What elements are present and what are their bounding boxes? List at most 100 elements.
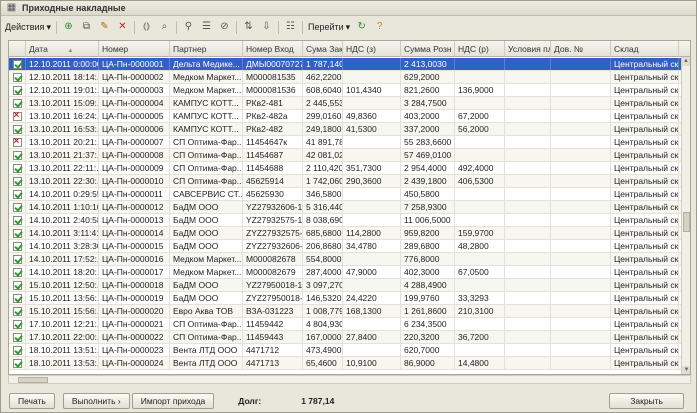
parenthesis-icon[interactable]: ⦅⦆	[140, 21, 153, 34]
import-button[interactable]: Импорт прихода	[131, 393, 215, 409]
table-row[interactable]: 15.10.2011 12:50:... ЦА-Пн-0000018 БаДМ ОО…	[9, 279, 683, 292]
cell-payment-terms	[505, 240, 551, 252]
cell-incoming-number: ZYZ27950018-2	[243, 292, 303, 304]
cell-vat-purchase: 101,4340	[343, 84, 401, 96]
status-cell	[9, 279, 26, 291]
print-button[interactable]: Печать	[9, 393, 55, 409]
cell-retail-sum: 2 413,0030	[401, 58, 455, 70]
window-title: Приходные накладные	[22, 3, 126, 13]
cell-payment-terms	[505, 357, 551, 369]
structure-icon[interactable]: ☷	[284, 21, 297, 34]
status-cell	[9, 240, 26, 252]
table-row[interactable]: 13.10.2011 16:24:...ЦА-Пн-0000005КАМПУС …	[9, 110, 683, 123]
table-row[interactable]: 12.10.2011 18:14:... ЦА-Пн-0000002 Медком …	[9, 71, 683, 84]
filter-list-icon[interactable]: ☰	[200, 21, 213, 34]
cell-payment-terms	[505, 188, 551, 200]
vertical-scrollbar[interactable]: ▲ ▼	[681, 57, 690, 374]
header-label: Сумма Розн	[404, 44, 452, 54]
filter-clear-icon[interactable]: ⊘	[218, 21, 231, 34]
cell-proxy-number	[551, 175, 611, 187]
header-warehouse[interactable]: Склад	[611, 41, 679, 57]
cell-proxy-number	[551, 253, 611, 265]
cell-incoming-number: М000081536	[243, 84, 303, 96]
cell-warehouse: Центральный ск...	[611, 305, 679, 317]
cell-payment-terms	[505, 84, 551, 96]
table-row[interactable]: 18.10.2011 13:51:... ЦА-Пн-0000023 Вента Л…	[9, 344, 683, 357]
document-posted-icon	[12, 202, 22, 212]
document-posted-icon	[12, 358, 22, 368]
close-button[interactable]: Закрыть	[609, 393, 684, 409]
header-label: Дата	[29, 44, 48, 54]
table-row[interactable]: 14.10.2011 3:11:41 ЦА-Пн-0000014 БаДМ ООО Z…	[9, 227, 683, 240]
cell-incoming-number: YZ27932606-1	[243, 201, 303, 213]
header-number[interactable]: Номер	[99, 41, 170, 57]
cell-payment-terms	[505, 136, 551, 148]
cell-number: ЦА-Пн-0000020	[99, 305, 170, 317]
goto-menu[interactable]: Перейти ▾	[308, 22, 350, 33]
run-button[interactable]: Выполнить ›	[62, 393, 130, 409]
cell-incoming-number: YZ27932575-1	[243, 214, 303, 226]
copy-icon[interactable]: ⧉	[80, 21, 93, 34]
cell-payment-terms	[505, 331, 551, 343]
table-row[interactable]: 14.10.2011 0:29:55 ЦА-Пн-0000011 САВСЕРВИС…	[9, 188, 683, 201]
refresh-icon[interactable]: ↻	[355, 21, 368, 34]
table-row[interactable]: 13.10.2011 22:30:... ЦА-Пн-0000010 СП Опти…	[9, 175, 683, 188]
header-retail-sum[interactable]: Сумма Розн	[401, 41, 455, 57]
table-row[interactable]: 12.10.2011 0:00:00 ЦА-Пн-0000001 Дельта Ме…	[9, 58, 683, 71]
cell-warehouse: Центральный ск...	[611, 331, 679, 343]
header-proxy-number[interactable]: Дов. №	[551, 41, 611, 57]
cell-incoming-number: М000081535	[243, 71, 303, 83]
table-row[interactable]: 12.10.2011 19:01:... ЦА-Пн-0000003 Медком …	[9, 84, 683, 97]
help-icon[interactable]: ?	[373, 21, 386, 34]
cell-date: 13.10.2011 22:30:...	[26, 175, 99, 187]
table-row[interactable]: 13.10.2011 15:09:... ЦА-Пн-0000004 КАМПУС …	[9, 97, 683, 110]
table-row[interactable]: 13.10.2011 22:11:... ЦА-Пн-0000009 СП Опти…	[9, 162, 683, 175]
document-posted-icon	[12, 306, 22, 316]
delete-icon[interactable]: ✕	[116, 21, 129, 34]
table-row[interactable]: 15.10.2011 13:56:... ЦА-Пн-0000019 БаДМ ОО…	[9, 292, 683, 305]
cell-partner: СП Оптима-Фар...	[170, 136, 243, 148]
cell-warehouse: Центральный ск...	[611, 123, 679, 135]
cell-payment-terms	[505, 318, 551, 330]
table-row[interactable]: 14.10.2011 3:28:30 ЦА-Пн-0000015 БаДМ ООО Z…	[9, 240, 683, 253]
cell-retail-sum: 402,3000	[401, 266, 455, 278]
table-row[interactable]: 18.10.2011 13:53:... ЦА-Пн-0000024 Вента Л…	[9, 357, 683, 370]
sort-icon[interactable]: ⇅	[242, 21, 255, 34]
cell-vat-retail: 210,3100	[455, 305, 505, 317]
table-row[interactable]: 14.10.2011 17:52:... ЦА-Пн-0000016 Медком …	[9, 253, 683, 266]
cell-payment-terms	[505, 305, 551, 317]
cell-retail-sum: 2 439,1800	[401, 175, 455, 187]
header-purchase-sum[interactable]: Сума Зак	[303, 41, 343, 57]
edit-icon[interactable]: ✎	[98, 21, 111, 34]
scroll-down-icon[interactable]: ▼	[682, 366, 690, 374]
scroll-thumb[interactable]	[683, 212, 690, 232]
header-partner[interactable]: Партнер	[170, 41, 243, 57]
table-row[interactable]: 14.10.2011 18:20:... ЦА-Пн-0000017 Медком …	[9, 266, 683, 279]
sort-desc-icon[interactable]: ⇩	[260, 21, 273, 34]
table-row[interactable]: 14.10.2011 1:10:10 ЦА-Пн-0000012 БаДМ ООО Y…	[9, 201, 683, 214]
header-vat-retail[interactable]: НДС (р)	[455, 41, 505, 57]
table-row[interactable]: 15.10.2011 15:56:... ЦА-Пн-0000020 Евро Ак…	[9, 305, 683, 318]
table-row[interactable]: 14.10.2011 2:40:58 ЦА-Пн-0000013 БаДМ ООО Y…	[9, 214, 683, 227]
hscroll-thumb[interactable]	[18, 377, 48, 383]
filter-icon[interactable]: ⚲	[182, 21, 195, 34]
add-icon[interactable]: ⊕	[62, 21, 75, 34]
status-cell	[9, 123, 26, 135]
table-row[interactable]: 13.10.2011 21:37:... ЦА-Пн-0000008 СП Опти…	[9, 149, 683, 162]
header-incoming-number[interactable]: Номер Вход	[243, 41, 303, 57]
header-payment-terms[interactable]: Условия пл...	[505, 41, 551, 57]
actions-menu[interactable]: Действия ▾	[5, 22, 51, 33]
header-date[interactable]: Дата ▲	[26, 41, 99, 57]
cell-date: 13.10.2011 15:09:...	[26, 97, 99, 109]
table-row[interactable]: 17.10.2011 22:00:... ЦА-Пн-0000022 СП Опти…	[9, 331, 683, 344]
header-status[interactable]	[9, 41, 26, 57]
horizontal-scrollbar[interactable]	[8, 375, 691, 384]
scroll-up-icon[interactable]: ▲	[682, 57, 690, 66]
table-row[interactable]: 17.10.2011 12:21:... ЦА-Пн-0000021 СП Опти…	[9, 318, 683, 331]
header-vat-purchase[interactable]: НДС (з)	[343, 41, 401, 57]
cell-retail-sum: 821,2600	[401, 84, 455, 96]
search-icon[interactable]: ⌕	[158, 21, 171, 34]
cell-incoming-number: ZYZ27932606-2	[243, 240, 303, 252]
table-row[interactable]: 13.10.2011 16:53:... ЦА-Пн-0000006 КАМПУС …	[9, 123, 683, 136]
table-row[interactable]: 13.10.2011 20:21:...ЦА-Пн-0000007СП Опти…	[9, 136, 683, 149]
